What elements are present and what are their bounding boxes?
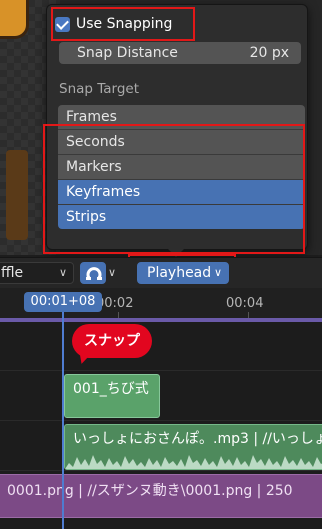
- chevron-down-icon: ∨: [58, 266, 67, 279]
- track-separator: [0, 370, 322, 371]
- snap-distance-field[interactable]: Snap Distance 20 px: [59, 42, 301, 64]
- snap-distance-label: Snap Distance: [77, 45, 178, 61]
- snapping-options-chevron[interactable]: ∨: [108, 266, 116, 279]
- chevron-down-icon: ∨: [213, 266, 222, 279]
- snapping-toggle-button[interactable]: [80, 262, 106, 284]
- sequencer-header: ffle ∨ ∨ Playhead ∨: [0, 257, 322, 288]
- text-strip-label: 001_ちび式: [73, 381, 149, 397]
- audio-strip[interactable]: いっしょにおさんぽ。.mp3 | //いっしょに: [64, 424, 322, 470]
- snap-distance-value: 20 px: [249, 45, 289, 61]
- popover-arrow: [167, 248, 185, 257]
- snap-target-list: Frames Seconds Markers Keyframes Strips: [58, 105, 305, 229]
- track-separator: [0, 470, 322, 471]
- snap-target-frames[interactable]: Frames: [58, 105, 305, 130]
- playhead-line[interactable]: [62, 312, 64, 529]
- overlap-mode-dropdown[interactable]: ffle ∨: [0, 262, 74, 284]
- snap-source-dropdown[interactable]: Playhead ∨: [137, 262, 229, 284]
- snap-source-value: Playhead: [147, 265, 212, 281]
- use-snapping-checkbox[interactable]: Use Snapping: [55, 14, 172, 34]
- checkmark-icon: [55, 16, 70, 32]
- overlap-mode-value: ffle: [1, 265, 24, 281]
- image-strip-label: 0001.png | //スザンヌ動き\0001.png | 250: [7, 483, 293, 499]
- snap-target-seconds[interactable]: Seconds: [58, 130, 305, 155]
- track-separator: [0, 420, 322, 421]
- snap-target-strips[interactable]: Strips: [58, 205, 305, 229]
- ruler-label-4s: 00:04: [226, 296, 264, 311]
- snap-target-markers[interactable]: Markers: [58, 155, 305, 180]
- text-strip[interactable]: 001_ちび式: [64, 374, 160, 418]
- current-time-badge[interactable]: 00:01+08: [24, 292, 102, 312]
- preview-artwork-lower: [6, 150, 28, 240]
- annotation-bubble: スナップ: [72, 324, 152, 358]
- audio-waveform: [65, 455, 322, 469]
- audio-strip-label: いっしょにおさんぽ。.mp3 | //いっしょに: [73, 431, 322, 447]
- snap-target-heading: Snap Target: [59, 81, 140, 97]
- snapping-popover: Use Snapping Snap Distance 20 px Snap Ta…: [46, 4, 308, 257]
- magnet-icon: [86, 267, 102, 280]
- image-strip[interactable]: 0001.png | //スザンヌ動き\0001.png | 250: [0, 474, 322, 518]
- preview-artwork: [0, 0, 29, 39]
- use-snapping-label: Use Snapping: [76, 16, 173, 32]
- snap-target-keyframes[interactable]: Keyframes: [58, 180, 305, 205]
